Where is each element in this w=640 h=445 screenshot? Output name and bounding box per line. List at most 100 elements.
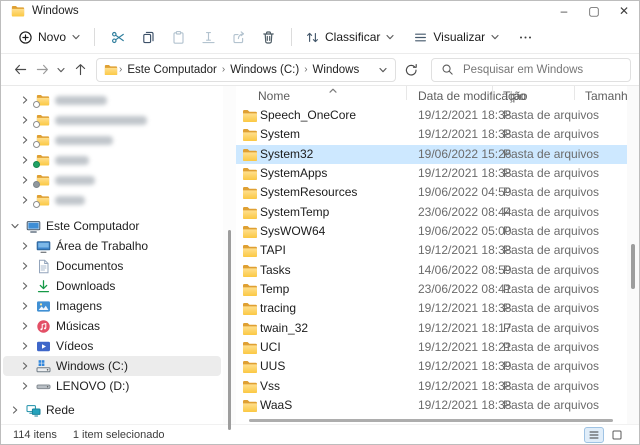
sidebar-scrollbar-thumb[interactable] [228,230,231,430]
copy-button[interactable] [133,25,163,49]
paste-button[interactable] [163,25,193,49]
new-button[interactable]: Novo [13,26,86,49]
back-button[interactable] [9,59,31,81]
sidebar-item-este-computador[interactable]: Este Computador [3,216,221,236]
column-divider[interactable] [406,86,407,100]
history-chevron-button[interactable] [53,59,69,81]
file-row[interactable]: SystemApps 19/12/2021 18:38 Pasta de arqui… [236,164,627,183]
file-row[interactable]: Vss 19/12/2021 18:38 Pasta de arquivos [236,377,627,396]
chevron-right-icon[interactable] [19,175,31,185]
file-row[interactable]: Speech_OneCore 19/12/2021 18:38 Pasta de a… [236,106,627,125]
chevron-right-icon[interactable] [19,135,31,145]
file-row[interactable]: SystemTemp 23/06/2022 08:44 Pasta de arqui… [236,203,627,222]
chevron-down-icon [56,65,66,75]
maximize-button[interactable]: ▢ [579,1,609,21]
file-date: 19/06/2022 15:26 [418,146,512,161]
up-button[interactable] [69,59,91,81]
forward-button[interactable] [31,59,53,81]
sidebar-item-lenovo-d[interactable]: LENOVO (D:) [3,376,221,396]
sync-badge-icon [33,160,40,168]
file-row[interactable]: UCI 19/12/2021 18:21 Pasta de arquivos [236,338,627,357]
see-more-button[interactable] [513,26,538,49]
chevron-right-icon[interactable] [19,301,31,311]
file-row[interactable]: Temp 23/06/2022 08:41 Pasta de arquivos [236,280,627,299]
breadcrumb-item[interactable]: Windows (C:) [226,64,303,76]
file-name: System [260,127,301,142]
search-input[interactable] [463,63,621,76]
column-header-type[interactable]: Tipo [503,86,526,106]
chevron-down-icon[interactable] [9,221,21,231]
file-row[interactable]: UUS 19/12/2021 18:39 Pasta de arquivos [236,357,627,376]
refresh-button[interactable] [400,59,422,81]
chevron-right-icon[interactable] [19,195,31,205]
sidebar-item-blurred[interactable] [3,190,221,210]
chevron-right-icon[interactable] [19,341,31,351]
file-row[interactable]: twain_32 19/12/2021 18:17 Pasta de arquivo… [236,319,627,338]
file-name: Speech_OneCore [260,108,357,122]
sidebar-item-downloads[interactable]: Downloads [3,276,221,296]
sidebar-item-rede[interactable]: Rede [3,400,221,420]
computer-icon [26,219,41,234]
title-bar: Windows – ▢ ✕ [1,1,639,21]
sort-button[interactable]: Classificar [300,26,400,49]
file-row[interactable]: tracing 19/12/2021 18:38 Pasta de arquivos [236,299,627,318]
chevron-right-icon[interactable] [19,95,31,105]
column-header-name[interactable]: Nome [258,86,290,106]
file-date: 19/12/2021 18:38 [418,108,512,122]
column-divider[interactable] [574,86,575,100]
drive-icon [36,379,51,394]
sidebar-item-m-sicas[interactable]: Músicas [3,316,221,336]
view-button[interactable]: Visualizar [408,26,505,49]
chevron-right-icon[interactable] [19,241,31,251]
blurred-label [55,195,85,205]
sidebar-item-rea-de-trabalho[interactable]: Área de Trabalho [3,236,221,256]
file-row[interactable]: System 19/12/2021 18:38 Pasta de arquivos [236,125,627,144]
chevron-right-icon[interactable] [19,115,31,125]
file-row[interactable]: System32 19/06/2022 15:26 Pasta de arquivo… [236,144,627,165]
chevron-right-icon[interactable] [19,361,31,371]
file-row[interactable]: SystemResources 19/06/2022 04:59 Pasta de … [236,183,627,202]
details-view-button[interactable] [584,426,604,443]
sidebar-item-v-deos[interactable]: Vídeos [3,336,221,356]
chevron-down-icon[interactable] [378,65,388,75]
file-type: Pasta de arquivos [503,340,600,355]
file-row[interactable]: TAPI 19/12/2021 18:38 Pasta de arquivos [236,241,627,260]
file-row[interactable]: Tasks 14/06/2022 08:59 Pasta de arquivos [236,261,627,280]
network-icon [26,403,41,418]
chevron-down-icon [385,32,395,42]
sidebar-item-blurred[interactable] [3,90,221,110]
sidebar-item-windows-c[interactable]: Windows (C:) [3,356,221,376]
minimize-button[interactable]: – [549,1,579,21]
thumbnails-view-button[interactable] [607,427,627,443]
list-scrollbar[interactable] [627,86,639,424]
share-button[interactable] [223,25,253,49]
sidebar-item-documentos[interactable]: Documentos [3,256,221,276]
sidebar-item-label: Documentos [56,259,124,273]
chevron-right-icon[interactable] [19,321,31,331]
delete-button[interactable] [253,25,283,49]
cut-button[interactable] [103,25,133,49]
sidebar-item-blurred[interactable] [3,110,221,130]
sidebar-scrollbar[interactable] [223,86,236,430]
chevron-right-icon[interactable] [19,155,31,165]
chevron-right-icon[interactable] [19,261,31,271]
chevron-right-icon[interactable] [19,381,31,391]
list-scrollbar-thumb[interactable] [631,244,635,289]
file-row[interactable]: WaaS 19/12/2021 18:38 Pasta de arquivos [236,396,627,415]
chevron-right-icon[interactable] [19,281,31,291]
rename-button[interactable] [193,25,223,49]
sidebar-item-blurred[interactable] [3,170,221,190]
sidebar-item-blurred[interactable] [3,150,221,170]
search-box[interactable] [431,57,631,82]
chevron-right-icon[interactable] [9,405,21,415]
breadcrumb-item[interactable]: Windows [309,64,364,76]
sidebar-item-blurred[interactable] [3,130,221,150]
sidebar-item-imagens[interactable]: Imagens [3,296,221,316]
address-bar[interactable]: › Este Computador › Windows (C:) › Windows [96,57,396,82]
file-row[interactable]: SysWOW64 19/06/2022 05:00 Pasta de arquivo… [236,222,627,241]
file-date: 19/12/2021 18:38 [418,127,512,142]
breadcrumb-item[interactable]: Este Computador [123,64,221,76]
horizontal-scrollbar-thumb[interactable] [249,419,613,422]
close-button[interactable]: ✕ [609,1,639,21]
column-divider[interactable] [492,86,493,100]
